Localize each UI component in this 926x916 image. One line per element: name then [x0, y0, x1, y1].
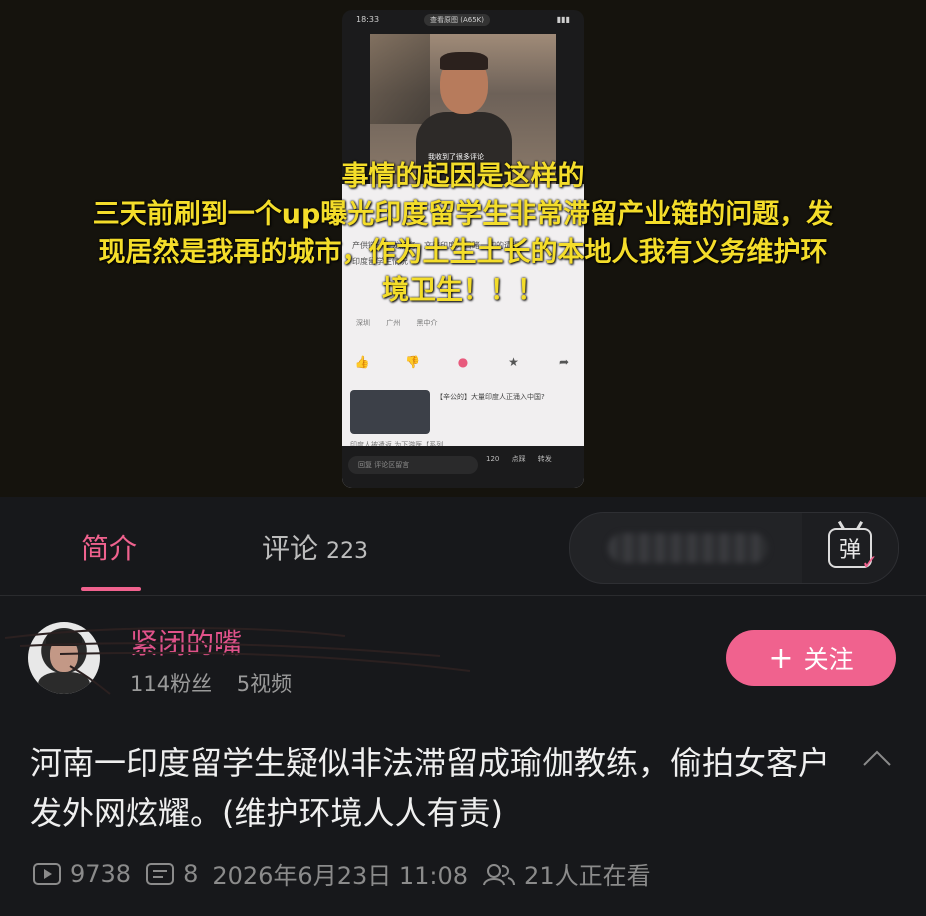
tab-bar: 简介 评论 223 弹 ✓ — [0, 497, 926, 596]
video-player[interactable]: 18:33 查看原图 (A65K) ▮▮▮ 我收到了很多评论 产供链一条龙服务，… — [0, 0, 926, 497]
danmaku-count-icon — [145, 862, 175, 886]
caption-line: 境卫生！！！ — [382, 275, 544, 306]
follow-button[interactable]: + 关注 — [726, 630, 896, 686]
publish-date: 2026年6月23日 11:08 — [212, 862, 469, 890]
danmaku-bar: 弹 ✓ — [569, 512, 899, 584]
embedded-action-row: 👍 👎 ● ★ ➦ — [352, 352, 574, 382]
uploader-stats: 114粉丝 5视频 — [130, 668, 310, 698]
fans-count: 114粉丝 — [130, 672, 213, 696]
danmaku-tv-icon: 弹 ✓ — [828, 528, 878, 574]
danmaku-button-label: 弹 — [838, 538, 861, 563]
video-title: 河南一印度留学生疑似非法滞留成瑜伽教练，偷拍女客户发外网炫耀。(维护环境人人有责… — [30, 744, 831, 832]
tab-comments[interactable]: 评论 223 — [262, 527, 368, 567]
embedded-bottom-bar: 回复 评论区留言 120 点踩 转发 — [342, 446, 584, 488]
danmaku-toggle-button[interactable]: 弹 ✓ — [802, 513, 898, 583]
danmaku-count-value: 8 — [183, 859, 199, 888]
danmaku-input-blurred-text — [608, 533, 768, 563]
chevron-up-icon[interactable] — [862, 748, 892, 768]
videos-count: 5视频 — [236, 672, 293, 696]
caption-line: 事情的起因是这样的 — [341, 161, 585, 192]
phone-time: 18:33 — [356, 15, 380, 24]
embedded-card-thumbnail — [350, 390, 430, 434]
dislike-icon: 👎 — [405, 355, 420, 369]
star-icon: ★ — [508, 355, 519, 369]
video-meta-row: 9738 8 2026年6月23日 11:08 21人正在看 — [32, 856, 665, 891]
coin-icon: ● — [457, 355, 469, 369]
embedded-bottom-stats: 120 点踩 转发 — [486, 455, 552, 463]
tab-comments-label: 评论 — [262, 532, 319, 565]
caption-line: 现居然是我再的城市，作为土生土长的本地人我有义务维护环 — [98, 237, 828, 268]
plus-icon: + — [768, 640, 794, 676]
danmaku-count: 8 — [145, 860, 198, 888]
check-icon: ✓ — [861, 550, 878, 574]
battery-icon: ▮▮▮ — [556, 15, 570, 24]
caption-line: 三天前刷到一个up曝光印度留学生非常滞留产业链的问题，发 — [92, 199, 834, 230]
active-tab-indicator — [81, 587, 141, 591]
caption-overlay: 事情的起因是这样的 三天前刷到一个up曝光印度留学生非常滞留产业链的问题，发 现… — [0, 158, 926, 310]
embedded-reply-input: 回复 评论区留言 — [348, 456, 478, 474]
person-hair — [440, 52, 488, 70]
share-icon: ➦ — [558, 355, 570, 369]
embedded-page-tags: 深圳 广州 黑中介 — [356, 319, 438, 327]
play-count-value: 9738 — [70, 859, 132, 888]
follow-label: 关注 — [803, 645, 854, 674]
people-icon — [482, 862, 516, 886]
uploader-row: 紧闭的嘴 114粉丝 5视频 + 关注 — [0, 596, 926, 716]
watching-now: 21人正在看 — [482, 856, 651, 891]
danmaku-input[interactable] — [570, 513, 802, 583]
phone-status-bar: 18:33 查看原图 (A65K) ▮▮▮ — [342, 10, 584, 32]
embedded-card-title: 【辛公的】大量印度人正涌入中国? — [436, 393, 545, 401]
play-count-icon — [32, 862, 62, 886]
watching-now-value: 21人正在看 — [524, 862, 651, 890]
crowd-background — [370, 34, 430, 124]
tab-intro[interactable]: 简介 — [81, 527, 137, 567]
play-count: 9738 — [32, 860, 131, 888]
phone-view-original-pill: 查看原图 (A65K) — [424, 14, 490, 26]
comments-count: 223 — [326, 539, 369, 564]
like-icon: 👍 — [354, 355, 370, 369]
